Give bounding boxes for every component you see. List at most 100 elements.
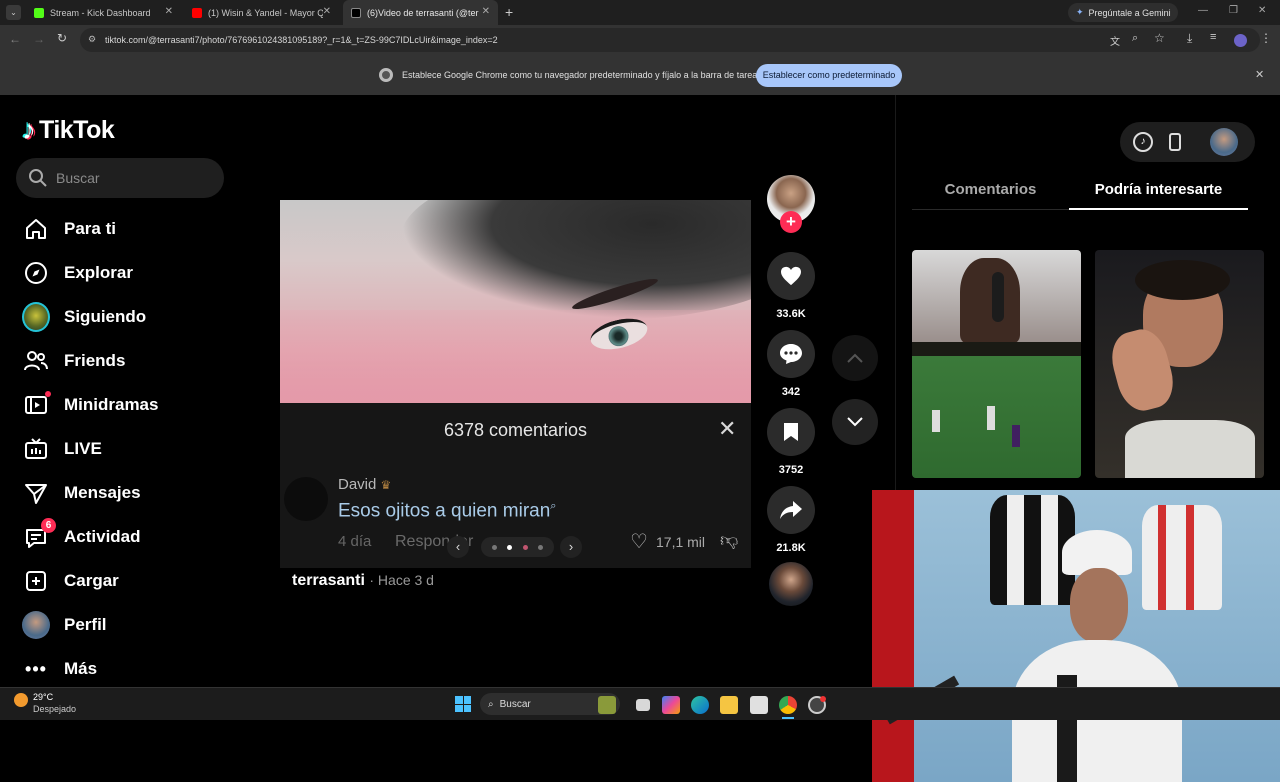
tiktok-logo[interactable]: ♪ TikTok — [22, 113, 115, 147]
carousel-prev-button[interactable]: ‹ — [447, 536, 469, 558]
store-icon[interactable] — [750, 696, 768, 714]
browser-tab-tiktok[interactable]: (6)Video de terrasanti (@terras ✕ — [343, 0, 498, 25]
bookmark-icon — [767, 408, 815, 456]
maximize-icon[interactable]: ❐ — [1229, 5, 1238, 16]
browser-tab-youtube[interactable]: (1) Wisin & Yandel - Mayor Que ✕ — [184, 0, 339, 25]
close-tab-icon[interactable]: ✕ — [323, 6, 331, 17]
carousel-dot-active[interactable] — [507, 544, 513, 550]
nav-label: Cargar — [64, 571, 119, 590]
gemini-label: Pregúntale a Gemini — [1088, 7, 1171, 18]
profile-avatar[interactable] — [1234, 34, 1247, 47]
right-panel-divider — [895, 95, 896, 490]
gemini-button[interactable]: ✦ Pregúntale a Gemini — [1068, 3, 1178, 22]
nav-label: Explorar — [64, 263, 133, 282]
nav-item-mas[interactable]: ••• Más — [22, 654, 97, 684]
carousel-dot[interactable] — [538, 544, 544, 550]
follow-plus-icon[interactable]: + — [780, 211, 802, 233]
windows-start-icon[interactable] — [455, 696, 471, 712]
tab-podria-interesarte[interactable]: Podría interesarte — [1069, 181, 1248, 198]
heart-icon — [767, 252, 815, 300]
weather-desc: Despejado — [33, 704, 77, 714]
messages-icon — [22, 479, 50, 507]
translate-icon[interactable]: 文 — [1110, 33, 1120, 48]
overlay-title: 6378 comentarios — [443, 420, 588, 440]
nav-label: Minidramas — [64, 395, 159, 414]
nav-item-cargar[interactable]: Cargar — [22, 566, 119, 596]
back-icon[interactable]: ← — [9, 32, 21, 46]
chrome-icon[interactable] — [779, 696, 797, 714]
tiktok-icon — [351, 7, 361, 18]
phone-icon[interactable] — [1169, 133, 1181, 151]
author-name[interactable]: terrasanti — [292, 572, 365, 589]
close-icon: ✕ — [718, 416, 737, 441]
close-infobar-icon[interactable]: ✕ — [1255, 68, 1264, 81]
profile-avatar — [22, 611, 50, 639]
notification-dot — [45, 391, 51, 397]
user-avatar[interactable] — [1210, 128, 1238, 156]
weather-icon[interactable] — [14, 693, 28, 707]
comment-button[interactable]: 342 — [766, 330, 816, 398]
nav-label: Friends — [64, 351, 126, 370]
task-view-icon[interactable] — [636, 699, 650, 711]
file-explorer-icon[interactable] — [720, 696, 738, 714]
browser-toolbar: ← → ↻ ⚙ tiktok.com/@terrasanti7/photo/76… — [0, 25, 1280, 55]
nav-item-mensajes[interactable]: Mensajes — [22, 478, 141, 508]
nav-label: Perfil — [64, 615, 107, 634]
address-bar[interactable]: ⚙ tiktok.com/@terrasanti7/photo/76769610… — [80, 28, 1260, 52]
bookmark-star-icon[interactable]: ☆ — [1154, 31, 1165, 45]
carousel-next-button[interactable]: › — [560, 536, 582, 558]
dislike-icon: 👎︎ — [720, 530, 739, 550]
close-window-icon[interactable]: ✕ — [1258, 5, 1266, 16]
search-input[interactable]: Buscar — [16, 158, 224, 198]
comment-likes: 17,1 mil — [656, 534, 706, 550]
tiktok-app-icon[interactable]: ♪ — [1133, 132, 1153, 152]
download-icon[interactable]: ⤓ — [1187, 31, 1192, 46]
nav-item-minidramas[interactable]: Minidramas — [22, 390, 158, 420]
activity-icon: 6 — [22, 518, 56, 551]
tab-list-dropdown-icon[interactable]: ⌄ — [6, 5, 21, 20]
close-tab-icon[interactable]: ✕ — [482, 6, 490, 17]
new-tab-icon[interactable]: + — [505, 4, 513, 20]
nav-item-actividad[interactable]: 6 Actividad — [22, 518, 141, 552]
minimize-icon[interactable]: — — [1198, 5, 1208, 16]
suggested-video-thumbnail[interactable] — [912, 250, 1081, 478]
like-button[interactable]: 33.6K — [766, 252, 816, 320]
taskbar-search-label: Buscar — [499, 698, 531, 710]
infobar-text: Establece Google Chrome como tu navegado… — [402, 70, 762, 80]
set-default-button[interactable]: Establecer como predeterminado — [756, 64, 902, 87]
comment-count: 342 — [781, 386, 801, 398]
forward-icon[interactable]: → — [33, 32, 45, 46]
menu-icon[interactable]: ⋮ — [1260, 31, 1272, 45]
save-button[interactable]: 3752 — [766, 408, 816, 476]
share-icon — [767, 486, 815, 534]
activity-badge: 6 — [41, 518, 56, 533]
site-info-icon[interactable]: ⚙ — [88, 34, 96, 45]
nav-item-para-ti[interactable]: Para ti — [22, 214, 116, 244]
reading-list-icon[interactable]: ≡ — [1210, 31, 1216, 43]
sound-avatar[interactable] — [769, 562, 813, 606]
close-tab-icon[interactable]: ✕ — [165, 6, 173, 17]
post-image[interactable] — [280, 200, 751, 403]
previous-post-button[interactable] — [832, 335, 878, 381]
carousel-dot[interactable] — [522, 544, 528, 550]
active-app-indicator — [782, 717, 794, 719]
zoom-icon[interactable]: ⌕ — [1132, 32, 1138, 45]
widgets-icon[interactable] — [598, 696, 616, 714]
crown-icon: ♛ — [380, 478, 392, 492]
nav-item-explorar[interactable]: Explorar — [22, 258, 133, 288]
browser-tab-kick[interactable]: Stream - Kick Dashboard ✕ — [26, 0, 181, 25]
nav-item-siguiendo[interactable]: Siguiendo — [22, 302, 146, 332]
next-post-button[interactable] — [832, 399, 878, 445]
copilot-icon[interactable] — [662, 696, 680, 714]
nav-item-friends[interactable]: Friends — [22, 346, 125, 376]
minidramas-icon — [22, 391, 51, 419]
nav-item-live[interactable]: LIVE — [22, 434, 102, 464]
share-button[interactable]: 21.8K — [766, 486, 816, 554]
reload-icon[interactable]: ↻ — [57, 31, 67, 45]
nav-item-perfil[interactable]: Perfil — [22, 610, 107, 640]
tab-comentarios[interactable]: Comentarios — [912, 181, 1069, 198]
save-count: 3752 — [778, 464, 804, 476]
carousel-dot[interactable] — [491, 544, 497, 550]
suggested-video-thumbnail[interactable] — [1095, 250, 1264, 478]
edge-icon[interactable] — [691, 696, 709, 714]
